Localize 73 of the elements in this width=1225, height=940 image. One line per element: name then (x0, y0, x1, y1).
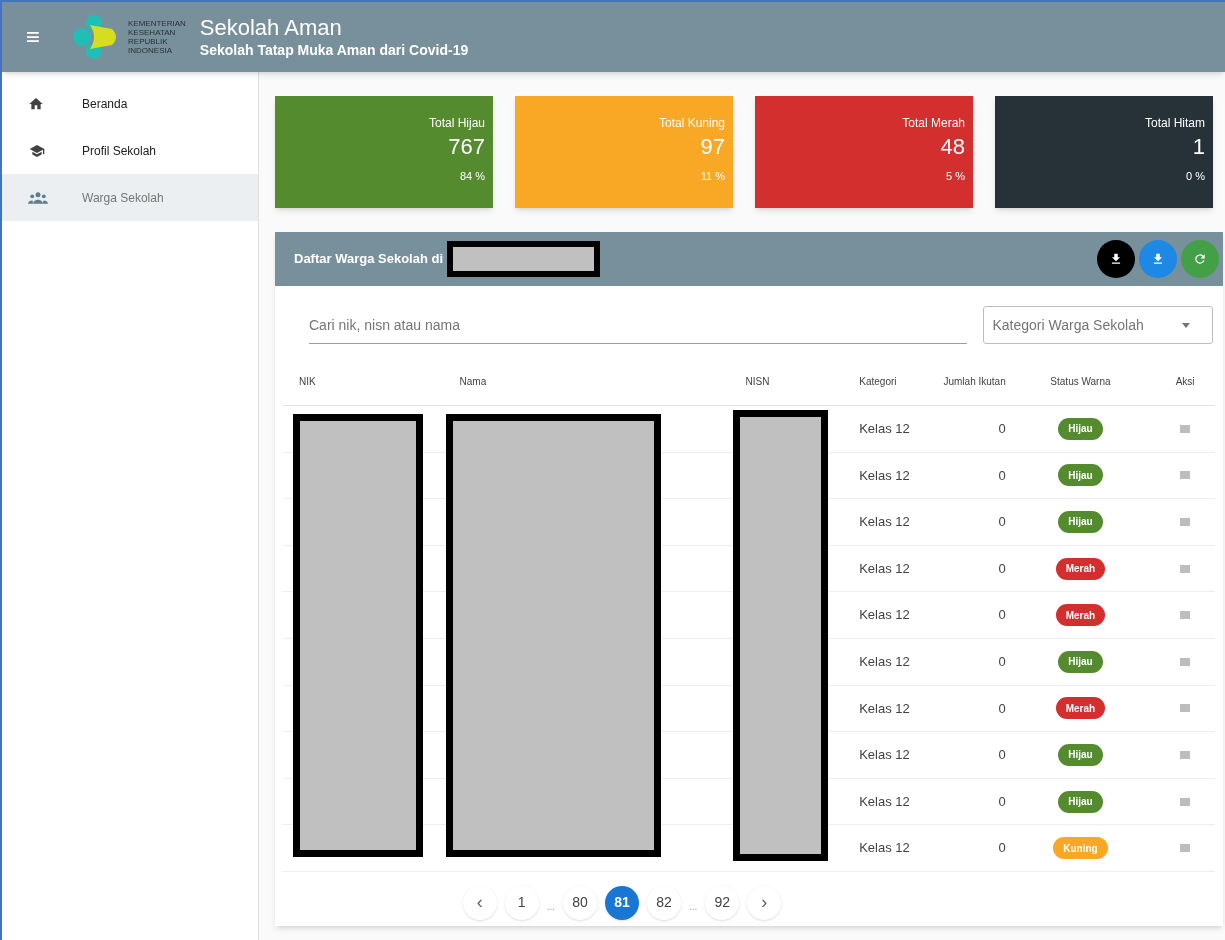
page-button[interactable]: 1 (504, 885, 539, 920)
logo-text: INDONESIA (128, 46, 174, 55)
category-dropdown[interactable]: Kategori Warga Sekolah (983, 306, 1213, 344)
table-cell-text: Kelas 12 (858, 746, 911, 765)
table-cell-text: Kelas 12 (858, 420, 911, 439)
table-cell-text: 0 (997, 792, 1006, 811)
sidebar-item[interactable]: Profil Sekolah (2, 127, 258, 174)
status-badge: Merah (1055, 697, 1106, 720)
status-badge: Hijau (1058, 464, 1103, 487)
app-subtitle: Sekolah Tatap Muka Aman dari Covid-19 (199, 41, 469, 59)
table-cell-text: Kelas 12 (858, 699, 911, 718)
logo-text: KEMENTERIAN (128, 19, 186, 28)
table-cell-text: 0 (997, 513, 1006, 532)
sidebar-label: Beranda (82, 95, 128, 113)
stat-label: Total Hijau (428, 115, 485, 132)
table-cell-text: Kelas 12 (858, 792, 911, 811)
sidebar-label: Warga Sekolah (82, 189, 164, 207)
stat-value: 767 (448, 133, 485, 161)
table-cell-text: 0 (997, 653, 1006, 671)
stat-value: 97 (700, 133, 725, 161)
status-badge: Hijau (1058, 790, 1103, 813)
table-cell-text: 0 (997, 606, 1006, 625)
column-header: Jumlah Ikutan (942, 374, 1006, 389)
previous-page-button[interactable]: ‹ (462, 885, 497, 920)
table-cell-text: Kelas 12 (858, 559, 911, 578)
table-cell-text: Kelas 12 (858, 839, 911, 858)
table-cell-text: Kelas 12 (858, 466, 911, 485)
status-badge: Hijau (1058, 650, 1103, 673)
table-cell-text: Kelas 12 (858, 606, 911, 625)
column-header: Aksi (1174, 375, 1196, 389)
panel-title: Daftar Warga Sekolah di (294, 250, 444, 269)
stat-value: 48 (940, 133, 965, 161)
stat-value: 1 (1192, 133, 1205, 161)
table-cell-text: 0 (997, 420, 1006, 439)
stat-percent: 11 % (700, 169, 725, 184)
table-cell-text: Kelas 12 (858, 653, 911, 671)
status-badge: Hijau (1058, 743, 1103, 766)
status-badge: Hijau (1058, 511, 1103, 533)
sidebar-item[interactable]: Warga Sekolah (2, 174, 258, 221)
stat-percent: 5 % (946, 169, 965, 184)
status-badge: Merah (1055, 557, 1106, 580)
pagination-ellipsis: ... (689, 899, 698, 914)
column-header: NIK (298, 375, 317, 389)
column-header: Kategori (858, 375, 898, 389)
stat-percent: 84 % (459, 169, 485, 184)
logo-text: KESEHATAN (128, 28, 177, 37)
page-button[interactable]: 81 (605, 885, 639, 920)
stat-label: Total Kuning (658, 115, 725, 132)
table-cell-text: Kelas 12 (858, 513, 911, 532)
table-cell-text: 0 (997, 559, 1006, 578)
logo-text: REPUBLIK (128, 37, 169, 46)
stat-label: Total Hitam (1144, 115, 1205, 132)
column-header: Status Warna (1049, 375, 1112, 389)
page-button[interactable]: 82 (647, 885, 681, 920)
status-badge: Hijau (1058, 417, 1103, 440)
sidebar-item[interactable]: Beranda (2, 80, 258, 127)
page-button[interactable]: 80 (563, 885, 597, 920)
pagination-ellipsis: ... (546, 899, 555, 914)
app-title: Sekolah Aman (199, 15, 343, 41)
next-page-button[interactable]: › (747, 885, 782, 920)
status-badge: Merah (1055, 604, 1106, 627)
page-button[interactable]: 92 (705, 885, 740, 920)
table-cell-text: 0 (997, 699, 1006, 718)
stat-label: Total Merah (902, 115, 965, 132)
column-header: Nama (458, 375, 488, 389)
search-field[interactable]: Cari nik, nisn atau nama (309, 306, 968, 344)
sidebar-label: Profil Sekolah (82, 142, 157, 160)
table-cell-text: 0 (997, 746, 1006, 765)
column-header: NISN (744, 375, 771, 389)
stat-percent: 0 % (1186, 169, 1205, 184)
table-cell-text: 0 (997, 466, 1006, 485)
status-badge: Kuning (1053, 837, 1108, 860)
table-cell-text: 0 (997, 839, 1006, 858)
